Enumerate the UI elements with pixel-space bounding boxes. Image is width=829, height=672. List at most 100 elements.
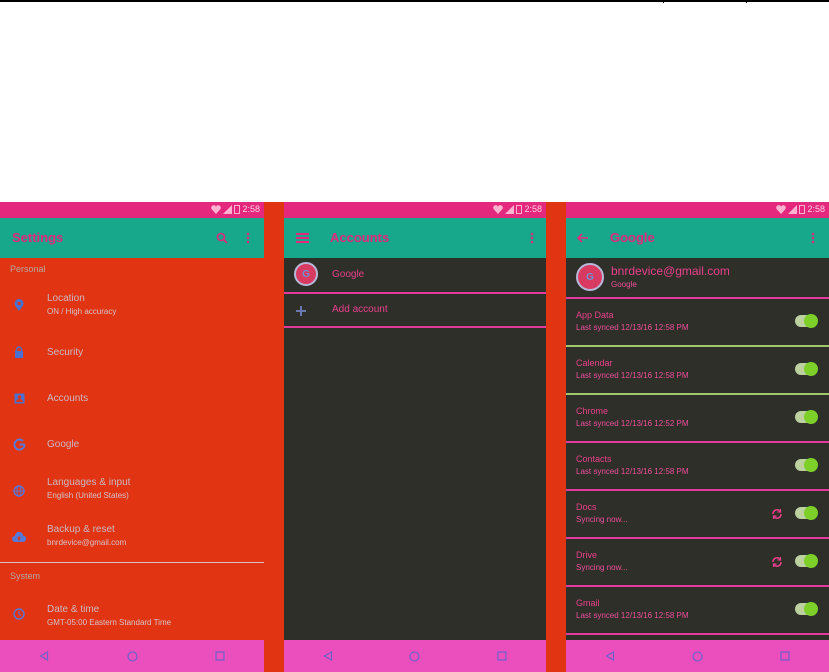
add-account-button[interactable]: Add account [284,294,546,326]
search-icon[interactable] [212,228,232,248]
cloud-upload-icon [11,529,27,545]
signal-icon [223,204,233,214]
sync-toggle[interactable] [795,506,818,520]
settings-item-location[interactable]: Location ON / High accuracy [0,282,264,326]
sync-list: G bnrdevice@gmail.com Google App Data La… [566,258,829,640]
sync-toggle[interactable] [795,410,818,424]
system-nav-bar [0,640,264,672]
sync-item-title: Drive [576,550,598,560]
signal-icon [788,204,798,214]
home-circle-icon[interactable] [400,646,430,666]
accounts-screen: 2:58 Accounts G Google Add account [284,202,546,672]
settings-item-title: Accounts [47,393,89,404]
globe-icon [11,483,27,499]
battery-icon [516,204,523,214]
sync-refresh-icon [771,555,783,567]
battery-icon [234,204,241,214]
lock-icon [11,344,27,360]
back-triangle-icon[interactable] [313,646,343,666]
account-item-google[interactable]: G Google [284,258,546,292]
app-bar: Google [566,218,829,258]
section-header-system: System [10,571,41,581]
settings-item-accounts[interactable]: Accounts [0,376,264,420]
more-vert-icon[interactable] [522,228,542,248]
home-circle-icon[interactable] [682,646,712,666]
settings-item-subtitle: bnrdevice@gmail.com [47,538,127,547]
sync-item-subtitle: Last synced 12/13/16 12:58 PM [576,323,689,332]
sync-item-app-data[interactable]: App Data Last synced 12/13/16 12:58 PM [566,299,829,346]
sync-item-subtitle: Last synced 12/13/16 12:52 PM [576,419,689,428]
sync-toggle[interactable] [795,314,818,328]
heart-icon [493,204,504,214]
sync-item-chrome[interactable]: Chrome Last synced 12/13/16 12:52 PM [566,395,829,442]
divider [566,633,829,635]
google-g-icon [11,436,27,452]
add-account-label: Add account [332,304,388,315]
app-bar: Accounts [284,218,546,258]
account-box-icon [11,390,27,406]
status-bar: 2:58 [566,202,829,218]
back-arrow-icon[interactable] [573,228,593,248]
recents-square-icon[interactable] [487,646,517,666]
page-title: Accounts [330,230,390,245]
top-border-line [0,0,829,2]
settings-screen: 2:58 Settings Personal Location ON / Hig… [0,202,264,672]
sync-item-title: App Data [576,310,614,320]
settings-item-title: Security [47,347,84,358]
panel-gap [264,202,284,672]
section-header-personal: Personal [10,264,46,274]
settings-item-backup[interactable]: Backup & reset bnrdevice@gmail.com [0,514,264,558]
system-nav-bar [284,640,546,672]
settings-item-date-time[interactable]: Date & time GMT-05:00 Eastern Standard T… [0,592,264,636]
panel-gap [546,202,566,672]
section-divider [0,562,264,563]
sync-toggle[interactable] [795,602,818,616]
settings-item-title: Location [47,293,85,304]
sync-item-subtitle: Last synced 12/13/16 12:58 PM [576,611,689,620]
battery-icon [799,204,806,214]
status-time: 2:58 [242,204,260,214]
status-bar: 2:58 [0,202,264,218]
recents-square-icon[interactable] [205,646,235,666]
settings-item-languages[interactable]: Languages & input English (United States… [0,468,264,512]
google-sync-screen: 2:58 Google G bnrdevice@gmail.com Google… [566,202,829,672]
top-border-tick [663,0,664,3]
sync-item-gmail[interactable]: Gmail Last synced 12/13/16 12:58 PM [566,587,829,634]
heart-icon [211,204,222,214]
more-vert-icon[interactable] [238,228,258,248]
sync-item-subtitle: Syncing now... [576,563,628,572]
recents-square-icon[interactable] [770,646,800,666]
more-vert-icon[interactable] [803,228,823,248]
settings-item-subtitle: English (United States) [47,491,129,500]
avatar: G [294,262,318,286]
sync-refresh-icon [771,507,783,519]
plus-icon [296,303,306,321]
clock-icon [11,606,27,622]
status-time: 2:58 [807,204,825,214]
page-title: Settings [12,230,64,245]
sync-item-contacts[interactable]: Contacts Last synced 12/13/16 12:58 PM [566,443,829,490]
sync-toggle[interactable] [795,458,818,472]
sync-item-title: Contacts [576,454,612,464]
settings-item-title: Backup & reset [47,524,115,535]
settings-item-google[interactable]: Google [0,422,264,466]
settings-item-title: Date & time [47,604,100,615]
sync-item-docs[interactable]: Docs Syncing now... [566,491,829,538]
system-nav-bar [566,640,829,672]
heart-icon [776,204,787,214]
back-triangle-icon[interactable] [595,646,625,666]
back-triangle-icon[interactable] [29,646,59,666]
menu-icon[interactable] [292,228,312,248]
sync-item-drive[interactable]: Drive Syncing now... [566,539,829,586]
account-email: bnrdevice@gmail.com [611,264,730,278]
avatar: G [576,263,604,291]
sync-item-calendar[interactable]: Calendar Last synced 12/13/16 12:58 PM [566,347,829,394]
sync-toggle[interactable] [795,554,818,568]
sync-item-title: Chrome [576,406,609,416]
sync-toggle[interactable] [795,362,818,376]
settings-item-security[interactable]: Security [0,330,264,374]
top-border-tick [746,0,747,3]
accounts-list: G Google Add account [284,258,546,640]
home-circle-icon[interactable] [117,646,147,666]
settings-list: Personal Location ON / High accuracy Sec… [0,258,264,640]
